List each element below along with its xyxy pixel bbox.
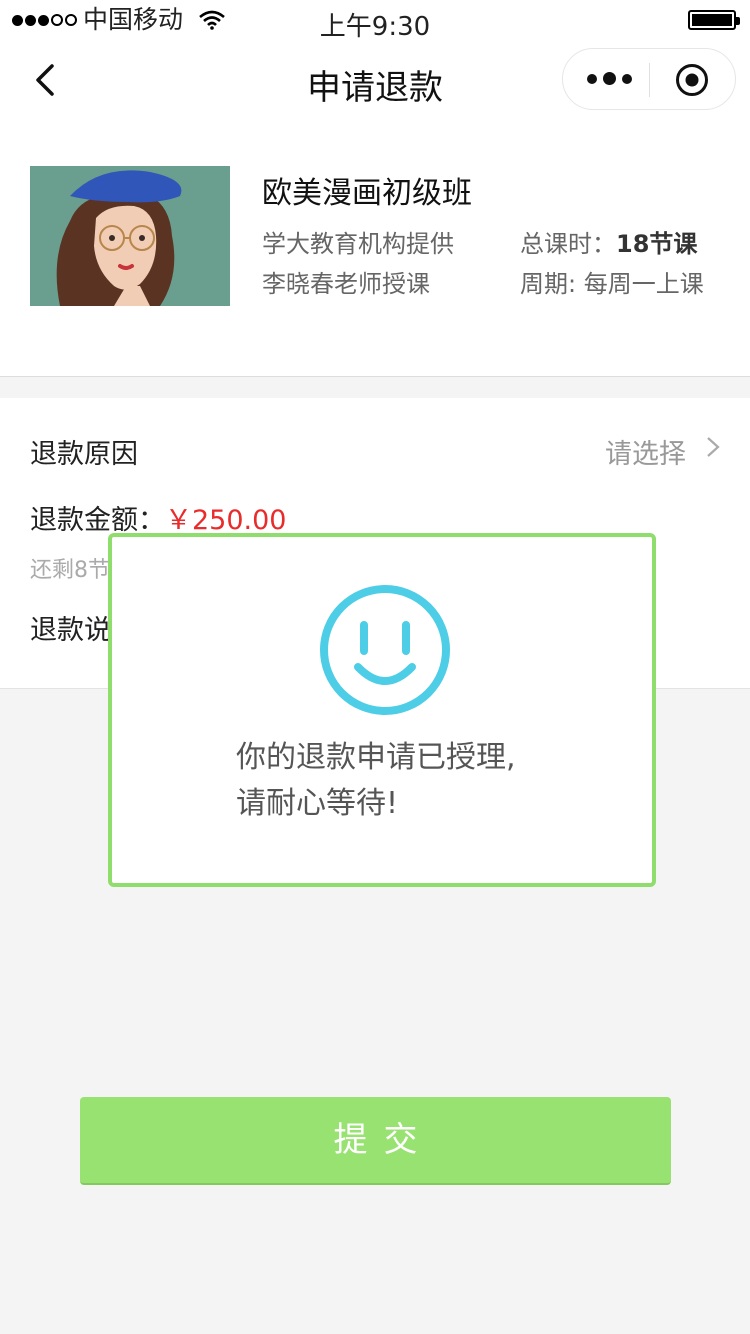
more-dots-icon[interactable] [587, 72, 632, 85]
status-bar: 中国移动 上午9:30 [0, 0, 750, 42]
smile-icon [320, 585, 450, 715]
dialog-message-line1: 你的退款申请已授理, [236, 740, 516, 775]
refund-description-label[interactable]: 退款说 [30, 608, 111, 647]
navigation-bar: 申请退款 [0, 40, 750, 128]
submit-button[interactable]: 提交 [80, 1097, 671, 1185]
refund-reason-select[interactable]: 请选择 [605, 432, 686, 471]
refund-amount-value: ￥250.00 [165, 505, 287, 536]
remaining-lessons-text: 还剩8节 [30, 558, 110, 583]
close-target-icon[interactable] [675, 63, 709, 97]
total-hours-value: 18节课 [616, 230, 698, 258]
refund-reason-label: 退款原因 [30, 439, 138, 470]
course-total-hours: 总课时：18节课 [520, 224, 697, 259]
battery-icon [688, 10, 740, 30]
dialog-message: 你的退款申请已授理, 请耐心等待! [236, 735, 516, 827]
refund-amount-label: 退款金额： [30, 505, 165, 536]
course-period: 周期: 每周一上课 [520, 270, 704, 298]
course-card: 欧美漫画初级班 学大教育机构提供 李晓春老师授课 总课时：18节课 周期: 每周… [0, 128, 750, 377]
chevron-right-icon[interactable] [704, 436, 722, 458]
course-provider: 学大教育机构提供 [262, 230, 454, 258]
course-teacher: 李晓春老师授课 [262, 270, 430, 298]
dialog-message-line2: 请耐心等待! [236, 786, 399, 821]
total-hours-label: 总课时： [520, 230, 616, 258]
course-title: 欧美漫画初级班 [262, 176, 472, 211]
capsule-divider [649, 63, 650, 97]
success-dialog: 你的退款申请已授理, 请耐心等待! [108, 533, 656, 887]
course-cover-image [30, 166, 230, 306]
miniapp-capsule [562, 48, 736, 110]
status-time: 上午9:30 [319, 12, 431, 42]
refund-amount-row: 退款金额：￥250.00 [30, 498, 286, 537]
